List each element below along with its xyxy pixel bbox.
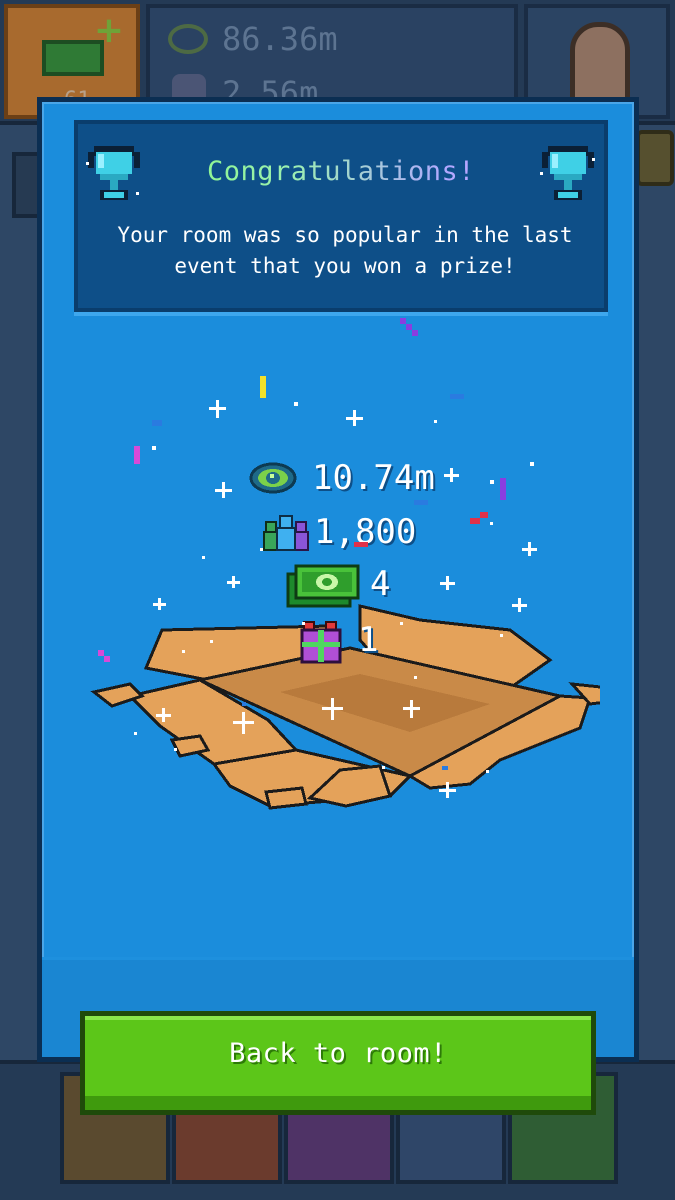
people-icon (263, 515, 309, 551)
cash-icon (286, 564, 360, 608)
reward-dialog: Congratulations! Your room was so popula… (37, 97, 639, 1062)
cash-prize-value: 4 (370, 564, 391, 604)
eye-icon (168, 24, 208, 54)
side-reward-button[interactable] (636, 130, 674, 186)
eye-icon (249, 462, 297, 494)
views-prize-value: 10.74m (312, 458, 435, 498)
dialog-title: Congratulations! (78, 156, 604, 187)
back-to-room-label: Back to room! (229, 1038, 447, 1069)
back-to-room-button[interactable]: Back to room! (80, 1011, 596, 1115)
dialog-message: Your room was so popular in the last eve… (117, 223, 573, 278)
congrats-banner: Congratulations! Your room was so popula… (74, 120, 608, 312)
gift-icon (300, 621, 342, 664)
fans-prize-value: 1,800 (314, 512, 417, 552)
views-total: 86.36m (222, 20, 338, 58)
avatar-face (570, 22, 630, 108)
plus-icon: + (93, 10, 124, 51)
open-box-illustration (90, 604, 600, 810)
gift-prize-value: 1 (358, 620, 379, 660)
